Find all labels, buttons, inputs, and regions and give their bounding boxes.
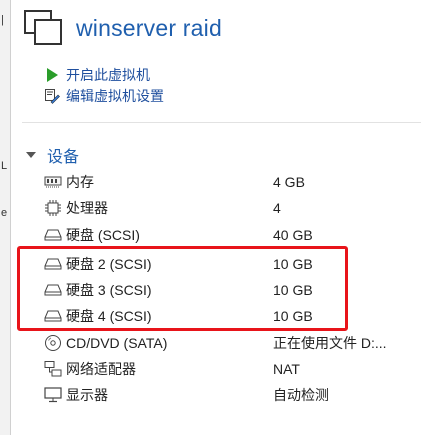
power-on-vm-link[interactable]: 开启此虚拟机 <box>44 64 164 85</box>
left-fragment: | <box>1 14 4 26</box>
vm-actions: 开启此虚拟机 编辑虚拟机设置 <box>44 64 164 106</box>
left-fragment: L <box>1 160 8 172</box>
device-value: 正在使用文件 D:... <box>273 335 387 351</box>
left-fragment: e <box>1 207 8 219</box>
device-value: 40 GB <box>273 227 313 243</box>
device-row-cd-dvd[interactable]: CD/DVD (SATA) 正在使用文件 D:... <box>44 330 404 356</box>
virtual-machine-icon <box>24 10 64 46</box>
devices-section-toggle[interactable]: 设备 <box>26 143 79 167</box>
left-panel-edge: | L e <box>0 0 11 435</box>
device-row-display[interactable]: 显示器 自动检测 <box>44 382 404 408</box>
device-name: 显示器 <box>66 387 108 403</box>
device-row-network-adapter[interactable]: 网络适配器 NAT <box>44 356 404 382</box>
devices-section-title: 设备 <box>47 149 80 166</box>
action-label: 编辑虚拟机设置 <box>66 87 164 104</box>
device-row-processor[interactable]: 处理器 4 <box>44 195 404 221</box>
play-icon <box>44 67 60 83</box>
memory-icon <box>44 173 62 191</box>
processor-icon <box>44 199 62 217</box>
network-adapter-icon <box>44 360 62 378</box>
device-value: 自动检测 <box>273 387 329 403</box>
display-icon <box>44 386 62 404</box>
device-name: 网络适配器 <box>66 361 136 377</box>
device-name: 处理器 <box>66 200 108 216</box>
hard-disk-icon <box>44 226 62 244</box>
action-label: 开启此虚拟机 <box>66 66 150 83</box>
device-row-hard-disk-1[interactable]: 硬盘 (SCSI) 40 GB <box>44 222 404 248</box>
device-name: CD/DVD (SATA) <box>66 335 168 351</box>
vm-header: winserver raid <box>24 8 222 48</box>
edit-settings-icon <box>44 88 60 104</box>
edit-vm-settings-link[interactable]: 编辑虚拟机设置 <box>44 85 164 106</box>
section-divider <box>22 122 421 123</box>
device-value: 4 GB <box>273 174 305 190</box>
cd-dvd-icon <box>44 334 62 352</box>
vm-title: winserver raid <box>76 14 222 41</box>
highlight-box <box>17 246 348 331</box>
device-value: 4 <box>273 200 281 216</box>
device-row-memory[interactable]: 内存 4 GB <box>44 169 404 195</box>
device-value: NAT <box>273 361 300 377</box>
device-name: 内存 <box>66 174 94 190</box>
device-name: 硬盘 (SCSI) <box>66 227 140 243</box>
collapse-triangle-icon <box>26 152 36 158</box>
